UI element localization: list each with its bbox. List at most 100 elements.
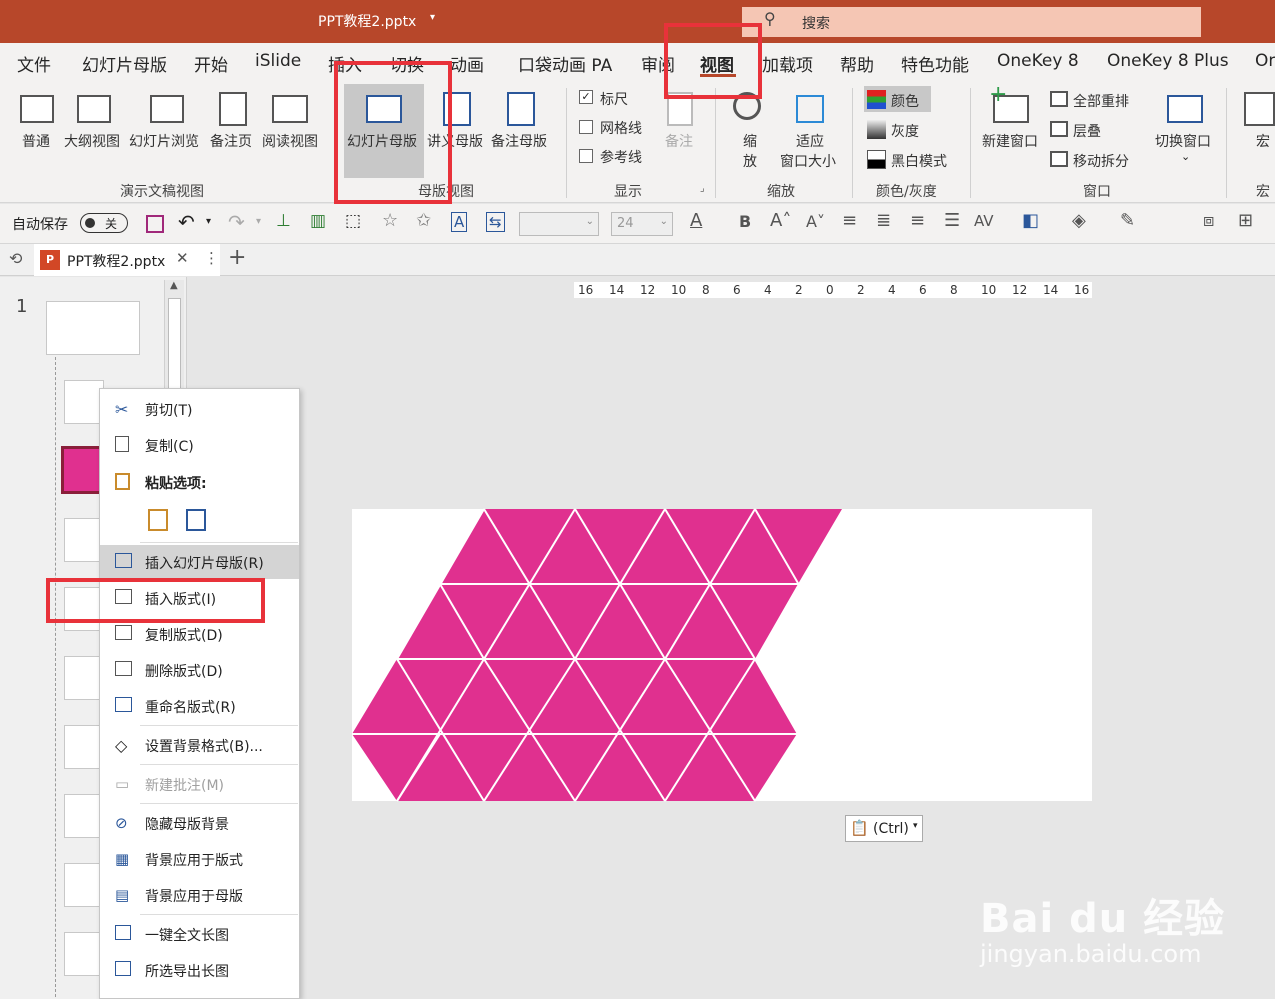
grayscale-button[interactable]: 灰度 — [891, 121, 919, 141]
menu-item-hide-background[interactable]: ⊘ 隐藏母版背景 — [100, 806, 299, 840]
menu-item-apply-to-master[interactable]: ▤ 背景应用于母版 — [100, 878, 299, 912]
undo-icon[interactable]: ↶ — [178, 210, 195, 234]
layout-thumbnail[interactable] — [64, 932, 104, 976]
paste-picture-icon[interactable] — [186, 509, 206, 531]
menu-item-rename-layout[interactable]: 重命名版式(R) — [100, 689, 299, 723]
outline-icon[interactable]: ✎ — [1120, 210, 1135, 231]
layout-thumbnail[interactable] — [64, 794, 104, 838]
menu-item-cut[interactable]: ✂ 剪切(T) — [100, 392, 299, 426]
tab-islide[interactable]: iSlide — [255, 51, 301, 71]
redo-icon[interactable]: ↷ — [228, 210, 245, 234]
scrollbar-thumb[interactable] — [168, 298, 181, 398]
decrease-font-icon[interactable]: A˅ — [806, 212, 825, 231]
connector-icon[interactable]: ⇆ — [486, 212, 505, 232]
chevron-down-icon[interactable]: ⌄ — [1181, 150, 1190, 163]
layout-thumbnail[interactable] — [64, 863, 104, 907]
select-icon[interactable]: ⬚ — [345, 211, 361, 231]
normal-view-button[interactable]: 普通 — [22, 131, 50, 151]
group-objects-icon[interactable]: ⧈ — [1203, 210, 1214, 231]
notes-button[interactable]: 备注 — [665, 131, 693, 151]
layout-thumbnail[interactable] — [64, 725, 104, 769]
fill-icon[interactable]: ◈ — [1072, 210, 1086, 231]
layout-thumbnail[interactable] — [64, 380, 104, 424]
paste-keep-text-icon[interactable] — [148, 509, 168, 531]
align-center-icon[interactable]: ≡ — [842, 210, 857, 231]
guides-checkbox[interactable] — [579, 149, 593, 163]
align-right-icon[interactable]: ≡ — [910, 210, 925, 231]
cascade-button[interactable]: 层叠 — [1073, 121, 1101, 141]
more-icon[interactable]: ⋮ — [204, 249, 219, 267]
fit-window-button-line2[interactable]: 窗口大小 — [780, 151, 836, 171]
character-spacing-icon[interactable]: AV — [974, 212, 994, 230]
tab-on[interactable]: On — [1255, 51, 1275, 71]
layout-thumbnail[interactable] — [64, 518, 104, 562]
tab-animations[interactable]: 动画 — [450, 51, 484, 76]
tab-onekey8plus[interactable]: OneKey 8 Plus — [1107, 51, 1229, 71]
tab-addins[interactable]: 加载项 — [762, 51, 813, 76]
switch-window-button[interactable]: 切换窗口 — [1155, 131, 1211, 151]
ruler-checkbox[interactable]: ✓ — [579, 90, 593, 104]
menu-item-long-image[interactable]: 一键全文长图 — [100, 917, 299, 951]
notes-page-button[interactable]: 备注页 — [210, 131, 252, 151]
tab-slide-master[interactable]: 幻灯片母版 — [82, 51, 167, 76]
new-tab-icon[interactable]: + — [228, 245, 246, 270]
menu-item-copy[interactable]: 复制(C) — [100, 428, 299, 462]
slide-sorter-button[interactable]: 幻灯片浏览 — [129, 131, 199, 151]
zoom-button-line2[interactable]: 放 — [743, 151, 757, 171]
text-box-icon[interactable]: A — [451, 212, 468, 232]
tab-file[interactable]: 文件 — [17, 51, 51, 76]
increase-font-icon[interactable]: A˄ — [770, 210, 791, 231]
menu-separator — [140, 725, 298, 726]
justify-icon[interactable]: ≣ — [876, 210, 891, 231]
notes-master-button[interactable]: 备注母版 — [491, 131, 547, 151]
shapes-icon[interactable]: ◧ — [1022, 210, 1039, 231]
menu-item-export-image[interactable]: 所选导出长图 — [100, 953, 299, 987]
navigate-icon[interactable]: ⟲ — [9, 249, 22, 268]
slide-canvas[interactable] — [340, 500, 1100, 815]
bold-icon[interactable]: B — [739, 212, 751, 231]
chevron-down-icon[interactable]: ▾ — [206, 216, 211, 227]
scroll-up-icon[interactable]: ▲ — [170, 280, 178, 291]
layout-thumbnail[interactable] — [64, 656, 104, 700]
autosave-toggle[interactable]: 关 — [80, 213, 128, 233]
distribute-icon[interactable]: ☰ — [944, 210, 960, 231]
save-icon[interactable] — [146, 215, 164, 233]
black-white-button[interactable]: 黑白模式 — [891, 151, 947, 171]
zoom-button-line1[interactable]: 缩 — [743, 131, 757, 151]
chevron-down-icon[interactable]: ▾ — [430, 12, 435, 23]
presenter-icon[interactable]: ⊥ — [276, 211, 291, 231]
reading-view-button[interactable]: 阅读视图 — [262, 131, 318, 151]
outline-view-button[interactable]: 大纲视图 — [64, 131, 120, 151]
font-size-dropdown[interactable]: 24 ⌄ — [611, 212, 673, 236]
font-name-dropdown[interactable]: ⌄ — [519, 212, 599, 236]
tab-special[interactable]: 特色功能 — [901, 51, 969, 76]
menu-item-format-background[interactable]: ◇ 设置背景格式(B)... — [100, 728, 299, 762]
chevron-down-icon[interactable]: ▾ — [256, 216, 261, 227]
menu-item-delete-layout[interactable]: 删除版式(D) — [100, 653, 299, 687]
menu-item-apply-to-layout[interactable]: ▦ 背景应用于版式 — [100, 842, 299, 876]
align-objects-icon[interactable]: ⊞ — [1238, 210, 1253, 231]
tab-onekey8[interactable]: OneKey 8 — [997, 51, 1079, 71]
macro-button[interactable]: 宏 — [1256, 131, 1270, 151]
tab-close-icon[interactable]: ✕ — [176, 249, 189, 267]
layout-thumbnail-selected[interactable] — [61, 446, 103, 494]
font-color-icon[interactable]: A — [690, 210, 702, 231]
color-button[interactable]: 颜色 — [891, 91, 919, 111]
menu-item-insert-master[interactable]: 插入幻灯片母版(R) — [100, 545, 299, 579]
fit-window-button-line1[interactable]: 适应 — [796, 131, 824, 151]
master-thumbnail[interactable] — [46, 301, 140, 355]
document-tab[interactable]: P PPT教程2.pptx ✕ ⋮ — [34, 244, 220, 276]
search-box[interactable]: ⚲ 搜索 — [742, 7, 1201, 37]
tab-help[interactable]: 帮助 — [840, 51, 874, 76]
arrange-all-button[interactable]: 全部重排 — [1073, 91, 1129, 111]
move-split-button[interactable]: 移动拆分 — [1073, 151, 1129, 171]
paste-options-tag[interactable]: 📋 (Ctrl) ▾ — [845, 815, 923, 842]
star-icon[interactable]: ☆ — [382, 210, 398, 231]
tab-home[interactable]: 开始 — [194, 51, 228, 76]
new-window-button[interactable]: 新建窗口 — [982, 131, 1038, 151]
star-outline-icon[interactable]: ✩ — [416, 210, 431, 231]
dialog-launcher-icon[interactable]: ⌟ — [700, 183, 705, 194]
gridlines-checkbox[interactable] — [579, 120, 593, 134]
chart-icon[interactable]: ▥ — [310, 211, 326, 231]
tab-pocket-animation[interactable]: 口袋动画 PA — [518, 51, 612, 76]
